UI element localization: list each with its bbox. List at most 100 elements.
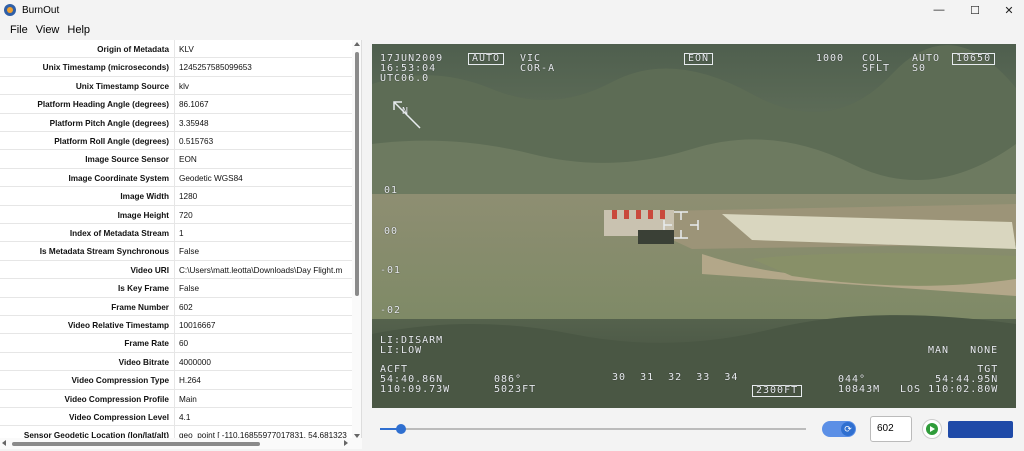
hud-scale-m01: -01: [380, 265, 402, 276]
metadata-value: Main: [179, 394, 197, 404]
metadata-key: Index of Metadata Stream: [69, 229, 169, 238]
metadata-value: 602: [179, 302, 193, 312]
table-row[interactable]: Platform Roll Angle (degrees) 0.515763: [0, 132, 352, 151]
metadata-key: Frame Number: [111, 302, 169, 312]
metadata-value: 1245257585099653: [179, 63, 252, 73]
scroll-left-icon[interactable]: [2, 440, 6, 446]
table-row[interactable]: Is Key Frame False: [0, 279, 352, 298]
scroll-up-icon[interactable]: [354, 42, 360, 46]
window-title: BurnOut: [22, 4, 60, 16]
table-row[interactable]: Unix Timestamp Source klv: [0, 77, 352, 96]
metadata-key: Image Coordinate System: [68, 173, 169, 183]
hud-scale-00: 00: [384, 226, 399, 237]
table-row[interactable]: Index of Metadata Stream 1: [0, 224, 352, 243]
metadata-value: Geodetic WGS84: [179, 173, 243, 183]
table-row[interactable]: Video Compression Type H.264: [0, 371, 352, 390]
loop-toggle[interactable]: ⟳: [822, 421, 856, 437]
metadata-key: Image Width: [120, 192, 169, 202]
playback-controls: ⟳ 602: [366, 410, 1024, 451]
metadata-key: Video Compression Profile: [64, 394, 170, 404]
metadata-key: Is Metadata Stream Synchronous: [39, 247, 169, 257]
minimize-button[interactable]: —: [922, 0, 956, 20]
hud-altitude-box: 2300FT: [752, 385, 803, 397]
metadata-value: 60: [179, 339, 189, 349]
crosshair-icon: [663, 211, 699, 239]
metadata-value: KLV: [179, 45, 194, 54]
table-row[interactable]: Origin of Metadata KLV: [0, 40, 352, 59]
table-row[interactable]: Image Coordinate System Geodetic WGS84: [0, 169, 352, 188]
hud-man-none: MAN NONE: [928, 345, 999, 356]
timeline-slider[interactable]: [380, 428, 806, 430]
burnout-app-icon: [4, 4, 16, 16]
metadata-value: EON: [179, 155, 197, 165]
hud-aircraft-position: ACFT 54:40.86N 110:09.73W: [380, 364, 451, 395]
metadata-value: 10016667: [179, 321, 216, 330]
metadata-value: 4.1: [179, 413, 191, 422]
timeline-slider-handle[interactable]: [396, 424, 407, 434]
metadata-key: Video Compression Type: [71, 376, 169, 386]
hud-compass: 30 31 32 33 34: [612, 372, 739, 383]
metadata-key: Platform Heading Angle (degrees): [37, 100, 169, 110]
table-row[interactable]: Platform Heading Angle (degrees) 86.1067: [0, 95, 352, 114]
metadata-key: Platform Roll Angle (degrees): [54, 137, 169, 146]
horizontal-scroll-thumb[interactable]: [12, 442, 260, 446]
play-button[interactable]: [922, 419, 942, 439]
action-button[interactable]: [948, 421, 1013, 438]
metadata-key: Video Bitrate: [118, 357, 169, 367]
video-player[interactable]: 17JUN2009 16:53:04 UTC06.0 AUTO VIC COR-…: [372, 44, 1016, 408]
metadata-value: 1280: [179, 192, 198, 202]
metadata-key: Unix Timestamp Source: [75, 81, 169, 91]
metadata-key: Origin of Metadata: [97, 45, 169, 54]
hud-overlay-graphics: [393, 101, 699, 239]
menu-view[interactable]: View: [36, 24, 60, 36]
metadata-key: Video URI: [130, 265, 169, 275]
hud-scale-m02: -02: [380, 305, 402, 316]
metadata-value: False: [179, 284, 200, 294]
metadata-key: Image Height: [117, 210, 169, 220]
play-icon: [926, 423, 938, 435]
table-row[interactable]: Is Metadata Stream Synchronous False: [0, 242, 352, 261]
table-row[interactable]: Frame Rate 60: [0, 334, 352, 353]
hud-heading: 086° 5023FT: [494, 374, 537, 395]
hud-distance: 044° 10843M: [838, 374, 881, 395]
metadata-key: Platform Pitch Angle (degrees): [49, 118, 169, 128]
frame-number-input[interactable]: 602: [870, 416, 912, 442]
loop-icon: ⟳: [841, 422, 855, 436]
metadata-value: 3.35948: [179, 118, 209, 128]
table-row[interactable]: Video Bitrate 4000000: [0, 353, 352, 372]
metadata-key: Image Source Sensor: [85, 155, 169, 165]
metadata-key: Video Compression Level: [69, 413, 169, 422]
table-row[interactable]: Image Height 720: [0, 206, 352, 224]
menu-help[interactable]: Help: [67, 24, 90, 36]
metadata-value: 86.1067: [179, 100, 209, 110]
metadata-key: Is Key Frame: [118, 284, 169, 294]
scroll-right-icon[interactable]: [344, 440, 348, 446]
metadata-value: klv: [179, 81, 190, 91]
metadata-table: Origin of Metadata KLV Unix Timestamp (mic…: [0, 40, 362, 440]
table-row[interactable]: Frame Number 602: [0, 298, 352, 316]
horizontal-scrollbar[interactable]: [0, 438, 362, 449]
metadata-value: 4000000: [179, 357, 211, 367]
metadata-key: Frame Rate: [124, 339, 169, 349]
vertical-scrollbar[interactable]: [352, 40, 361, 440]
menu-file[interactable]: File: [10, 24, 28, 36]
table-row[interactable]: Video Relative Timestamp 10016667: [0, 316, 352, 335]
close-button[interactable]: ✕: [992, 0, 1024, 20]
table-row[interactable]: Unix Timestamp (microseconds) 12452575850…: [0, 58, 352, 77]
metadata-key: Unix Timestamp (microseconds): [42, 63, 169, 73]
hud-li-status: LI:DISARM LI:LOW: [380, 335, 444, 356]
metadata-value: False: [179, 247, 200, 257]
maximize-button[interactable]: ☐: [958, 0, 992, 20]
table-row[interactable]: Video URI C:\Users\matt.leotta\Downloads\…: [0, 261, 352, 280]
vertical-scroll-thumb[interactable]: [355, 52, 359, 296]
hud-scale-01: 01: [384, 185, 399, 196]
table-row[interactable]: Image Width 1280: [0, 187, 352, 206]
table-row[interactable]: Video Compression Profile Main: [0, 390, 352, 408]
hud-target-position: TGT 54:44.95N LOS 110:02.80W: [900, 364, 999, 395]
metadata-value: C:\Users\matt.leotta\Downloads\Day Fligh…: [179, 265, 343, 275]
table-row[interactable]: Video Compression Level 4.1: [0, 408, 352, 427]
table-row[interactable]: Platform Pitch Angle (degrees) 3.35948: [0, 114, 352, 132]
metadata-value: 720: [179, 210, 193, 220]
table-row[interactable]: Image Source Sensor EON: [0, 150, 352, 169]
metadata-value: 1: [179, 229, 184, 238]
